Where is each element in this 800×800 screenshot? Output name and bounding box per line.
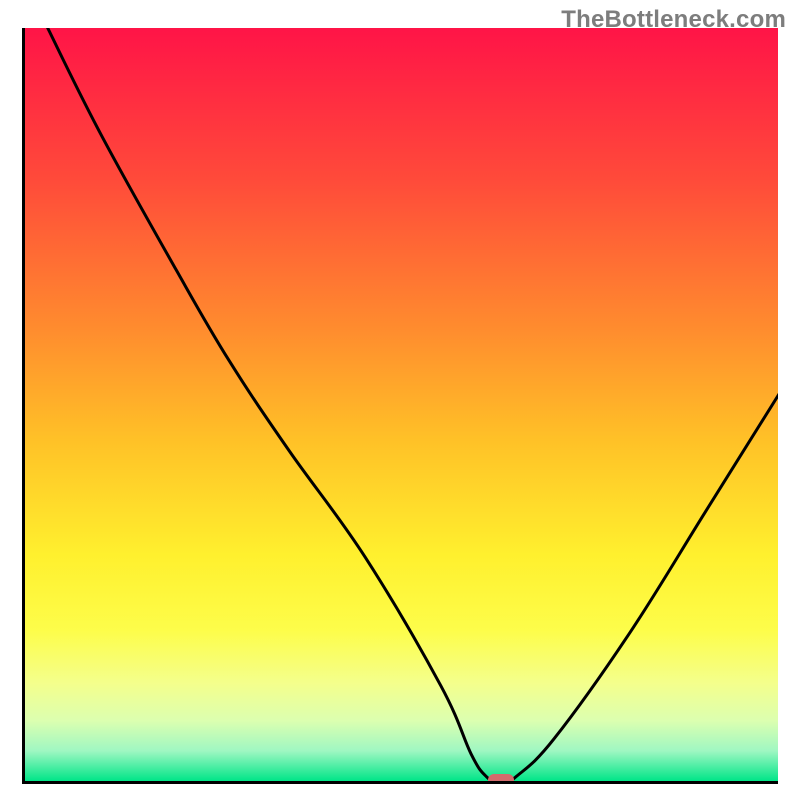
chart-marker [488, 774, 514, 784]
chart-plot-area [22, 28, 778, 784]
watermark-text: TheBottleneck.com [561, 6, 786, 34]
chart-curve [25, 28, 778, 784]
